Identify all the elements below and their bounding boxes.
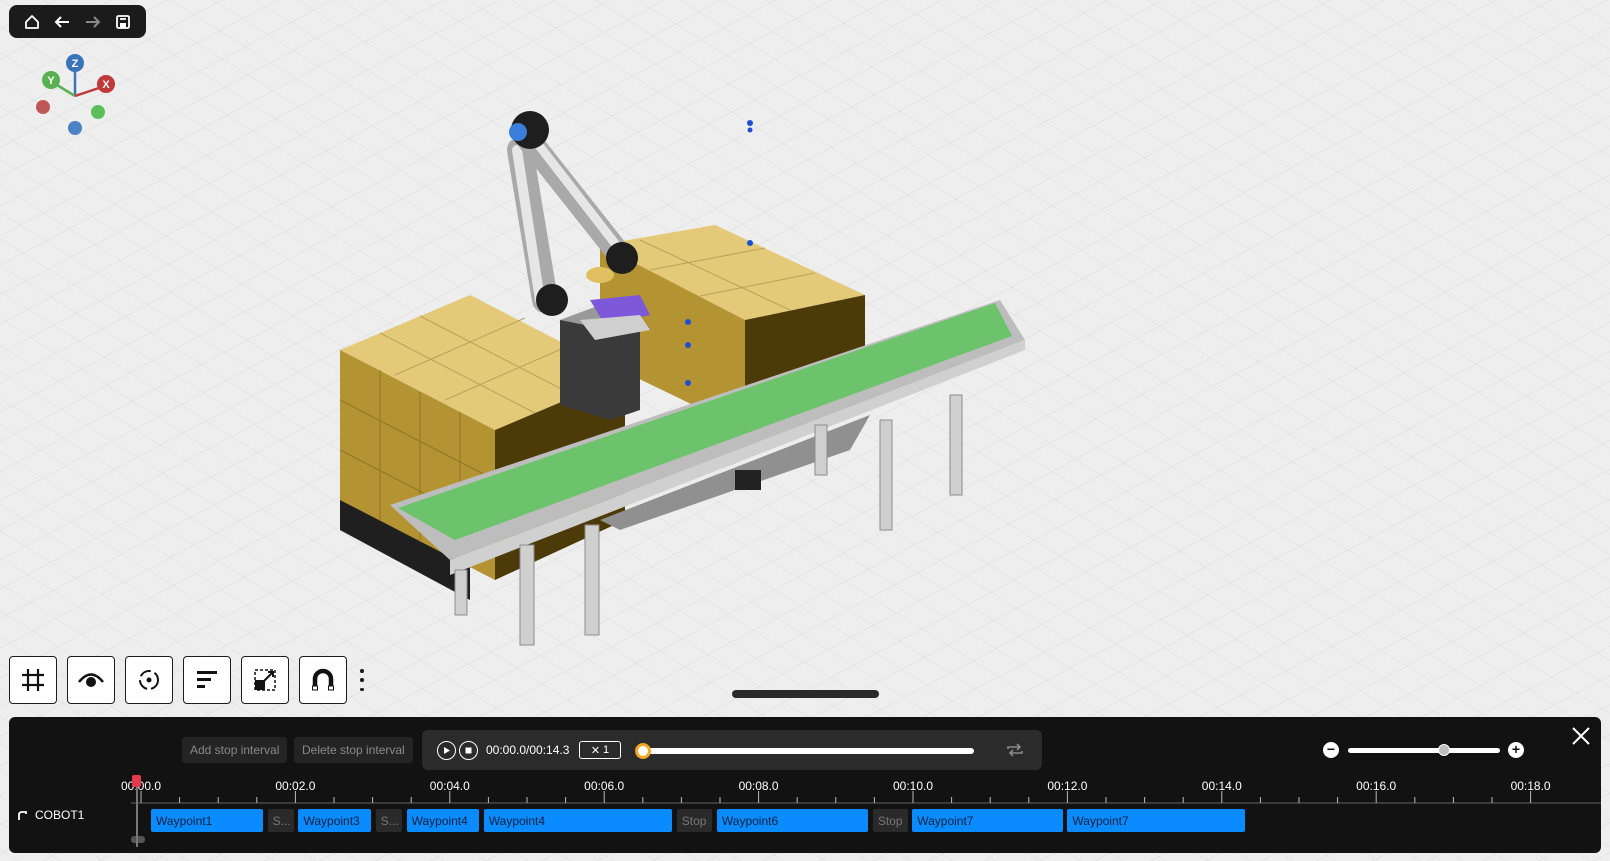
eye-icon: [78, 673, 104, 687]
axis-neg-y-icon[interactable]: [91, 105, 105, 119]
back-arrow-icon: [54, 15, 70, 28]
timeline-zoom: − +: [1323, 740, 1525, 760]
timeline-panel: Add stop interval Delete stop interval 0…: [9, 717, 1601, 853]
ruler-tick-label: 00:04.0: [429, 779, 470, 793]
home-button[interactable]: [20, 10, 44, 34]
scale-icon: [254, 669, 276, 691]
ruler-tick-label: 00:14.0: [1201, 779, 1242, 793]
stop-segment[interactable]: Stop: [872, 809, 908, 832]
track-label: COBOT1: [17, 804, 84, 826]
waypoint-segment[interactable]: Waypoint6: [716, 809, 869, 832]
home-icon: [25, 14, 40, 29]
track-row: Waypoint1 S... Waypoint3 S... Waypoint4 Waypo…: [131, 803, 1601, 833]
grid-icon: [22, 669, 44, 691]
ruler-tick-label: 00:08.0: [738, 779, 779, 793]
axis-gizmo[interactable]: Z Y X: [30, 52, 130, 142]
time-ruler[interactable]: 00:00.0 00:02.0 00:04.0 00:06.0 00:08.0 00:10…: [121, 775, 1601, 803]
waypoint-segment[interactable]: Waypoint7: [912, 809, 1063, 832]
more-vertical-icon: [360, 669, 364, 673]
save-button[interactable]: [111, 10, 135, 34]
stop-button[interactable]: [459, 741, 478, 760]
ruler-tick-label: 00:02.0: [275, 779, 316, 793]
axis-neg-x-icon[interactable]: [36, 100, 50, 114]
waypoint-segment[interactable]: Waypoint7: [1067, 809, 1245, 832]
back-button[interactable]: [50, 10, 74, 34]
zoom-slider-knob[interactable]: [1437, 744, 1450, 756]
axis-neg-z-icon[interactable]: [68, 121, 82, 135]
more-options-button[interactable]: [357, 665, 367, 695]
svg-text:Z: Z: [72, 58, 79, 70]
add-stop-interval-button[interactable]: Add stop interval: [182, 737, 288, 763]
stop-segment[interactable]: Stop: [676, 809, 713, 832]
ruler-tick-label: 00:16.0: [1356, 779, 1397, 793]
progress-track[interactable]: [642, 748, 974, 754]
timeline-scrollbar[interactable]: [131, 836, 145, 843]
svg-text:X: X: [102, 79, 110, 91]
orbit-button[interactable]: [125, 656, 173, 704]
waypoint-segment[interactable]: Waypoint4: [483, 809, 673, 832]
waypoint-segment[interactable]: Waypoint1: [151, 809, 263, 832]
ruler-tick-label: 00:18.0: [1510, 779, 1551, 793]
scale-button[interactable]: [241, 656, 289, 704]
ruler-tick-label: 00:10.0: [892, 779, 934, 793]
track-name: COBOT1: [35, 808, 85, 822]
zoom-in-button[interactable]: +: [1508, 742, 1524, 758]
playhead-handle[interactable]: [132, 775, 141, 787]
stop-segment[interactable]: S...: [375, 809, 402, 832]
multiply-icon: ✕: [590, 744, 601, 757]
stop-segment[interactable]: S...: [267, 809, 294, 832]
progress-knob[interactable]: [635, 743, 651, 759]
waypoint-segment[interactable]: Waypoint4: [406, 809, 480, 832]
speed-selector[interactable]: ✕ 1: [579, 741, 621, 759]
ruler-tick-label: 00:00.0: [120, 779, 162, 793]
grid-toggle-button[interactable]: [9, 656, 57, 704]
waypoint-segment[interactable]: Waypoint3: [298, 809, 372, 832]
ruler-tick-label: 00:06.0: [584, 779, 625, 793]
align-icon: [197, 671, 217, 688]
close-icon[interactable]: [1570, 725, 1592, 747]
robot-arm-icon: [18, 811, 27, 820]
playhead-line: [136, 777, 138, 847]
view-toolbar: [9, 656, 367, 704]
snap-button[interactable]: [299, 656, 347, 704]
save-icon: [115, 14, 130, 29]
ruler-tick-label: 00:12.0: [1047, 779, 1088, 793]
align-button[interactable]: [183, 656, 231, 704]
forward-button[interactable]: [81, 10, 105, 34]
nav-toolbar: [9, 5, 146, 38]
loop-icon[interactable]: [1005, 742, 1025, 758]
time-display: 00:00.0/00:14.3: [486, 743, 570, 757]
delete-stop-interval-button[interactable]: Delete stop interval: [294, 737, 413, 763]
svg-text:Y: Y: [47, 75, 55, 87]
visibility-button[interactable]: [67, 656, 115, 704]
playback-controls: 00:00.0/00:14.3 ✕ 1: [422, 730, 1042, 770]
orbit-icon: [139, 670, 159, 690]
play-button[interactable]: [437, 741, 456, 760]
zoom-out-button[interactable]: −: [1323, 742, 1339, 758]
stop-icon: [465, 747, 472, 754]
play-icon: [444, 747, 450, 754]
panel-resize-handle[interactable]: [732, 690, 879, 698]
forward-arrow-icon: [85, 15, 101, 28]
zoom-slider-track[interactable]: [1348, 748, 1500, 753]
magnet-icon: [312, 668, 334, 691]
speed-value: 1: [603, 744, 610, 756]
